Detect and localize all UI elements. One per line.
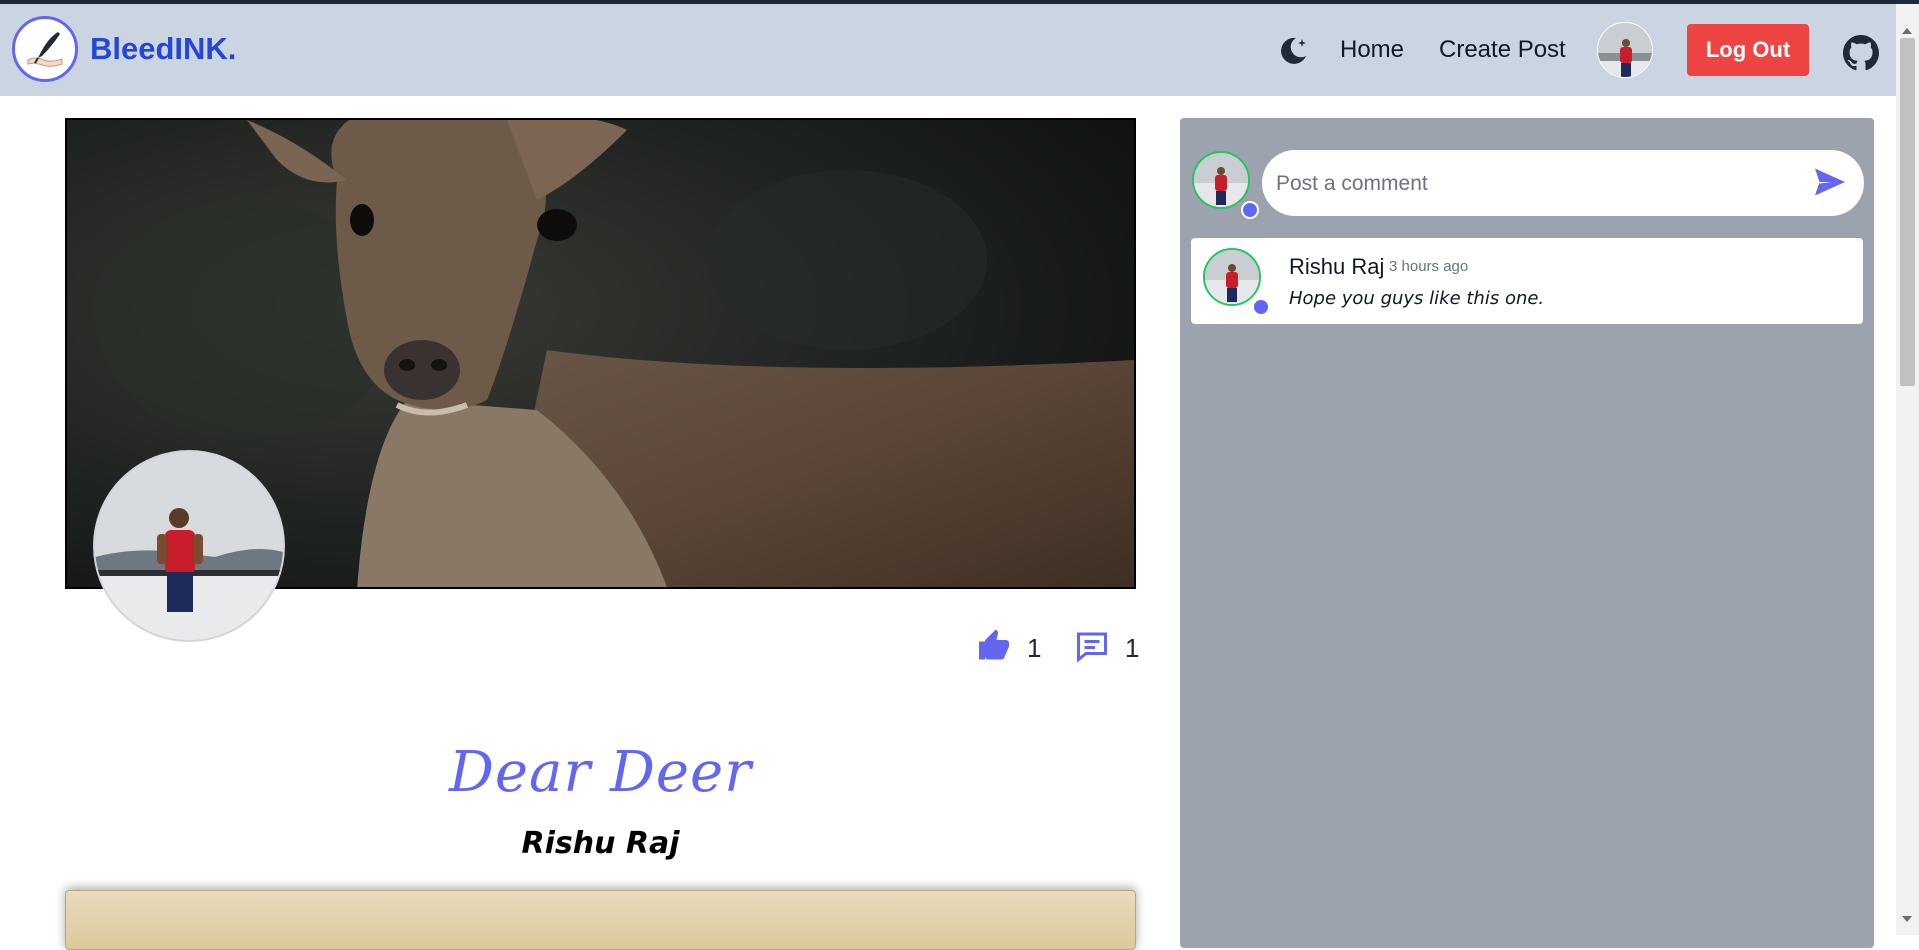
page-scrollbar[interactable]	[1896, 4, 1919, 935]
moon-icon[interactable]	[1278, 34, 1310, 66]
comment-text: Hope you guys like this one.	[1289, 288, 1545, 309]
like-count: 1	[1027, 633, 1042, 663]
comment-form	[1262, 150, 1864, 218]
comment-stat[interactable]: 1	[1073, 628, 1139, 669]
comment-author-avatar	[1203, 248, 1261, 306]
scrollbar-thumb[interactable]	[1900, 38, 1915, 386]
nav-home-link[interactable]: Home	[1340, 36, 1404, 64]
post-content-paper	[65, 890, 1136, 950]
navbar: BleedINK. Home Create Post Log Out	[0, 4, 1896, 96]
like-stat[interactable]: 1	[975, 628, 1041, 669]
brand-name: BleedINK.	[90, 31, 237, 66]
post-title: Dear Deer	[449, 740, 752, 805]
comment-item: Rishu Raj 3 hours ago Hope you guys like…	[1191, 238, 1863, 324]
author-photo	[93, 450, 285, 642]
comment-input[interactable]	[1274, 150, 1798, 218]
brand-link[interactable]: BleedINK.	[12, 16, 236, 82]
send-icon[interactable]	[1810, 164, 1850, 200]
logout-button[interactable]: Log Out	[1687, 24, 1809, 76]
user-status-badge	[1241, 201, 1259, 219]
user-avatar[interactable]	[1597, 22, 1653, 78]
post-author: Rishu Raj	[521, 826, 680, 861]
comment-count: 1	[1125, 633, 1140, 663]
comment-icon[interactable]	[1073, 628, 1111, 669]
thumbs-up-icon[interactable]	[975, 628, 1013, 669]
comment-author-badge	[1252, 298, 1270, 316]
scroll-up-arrow-icon[interactable]	[1902, 28, 1912, 34]
nav-create-post-link[interactable]: Create Post	[1439, 36, 1566, 64]
comment-timestamp: 3 hours ago	[1389, 258, 1469, 275]
current-user-avatar	[1192, 151, 1250, 209]
quill-logo-icon	[12, 16, 78, 82]
github-icon[interactable]	[1843, 35, 1879, 71]
comment-author[interactable]: Rishu Raj	[1289, 254, 1384, 280]
scroll-down-arrow-icon[interactable]	[1902, 916, 1912, 922]
